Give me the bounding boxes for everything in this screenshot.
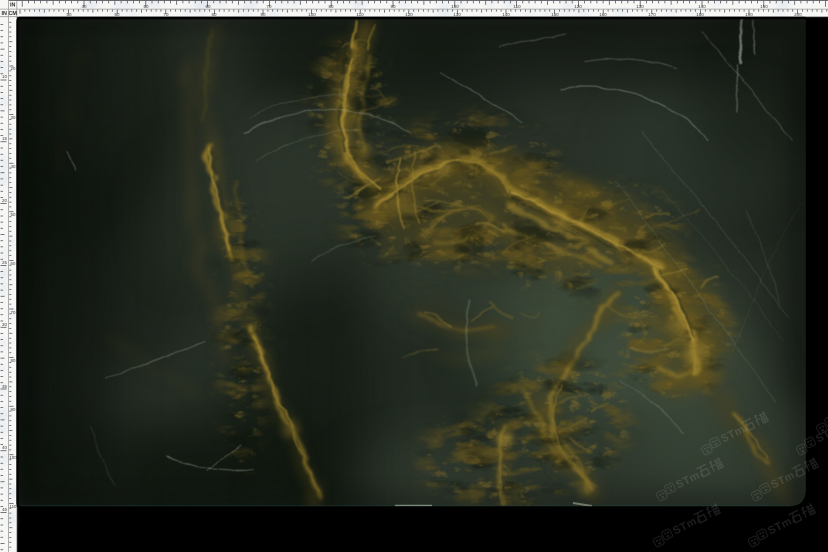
svg-text:130: 130 [636,4,644,9]
svg-text:20: 20 [11,66,16,71]
svg-text:90: 90 [390,4,396,9]
svg-text:60: 60 [205,4,211,9]
svg-text:IN: IN [1,11,6,17]
svg-text:45: 45 [2,507,7,512]
svg-text:70: 70 [11,310,16,315]
svg-text:CM: CM [9,11,18,17]
svg-text:30: 30 [2,322,7,327]
svg-text:40: 40 [11,164,16,169]
svg-text:10: 10 [2,74,7,79]
svg-text:80: 80 [11,358,16,363]
svg-text:80: 80 [328,4,334,9]
svg-text:120: 120 [574,4,582,9]
svg-text:110: 110 [10,504,18,509]
svg-text:100: 100 [451,4,459,9]
svg-text:110: 110 [513,4,521,9]
svg-text:35: 35 [2,384,7,389]
svg-text:150: 150 [760,4,768,9]
svg-text:140: 140 [698,4,706,9]
svg-text:30: 30 [11,115,16,120]
svg-text:40: 40 [2,445,7,450]
svg-text:25: 25 [2,260,7,265]
svg-text:90: 90 [11,407,16,412]
svg-text:40: 40 [81,4,87,9]
svg-text:60: 60 [11,261,16,266]
svg-text:50: 50 [11,212,16,217]
svg-text:50: 50 [143,4,149,9]
svg-text:15: 15 [2,136,7,141]
svg-text:100: 100 [9,455,17,460]
svg-text:70: 70 [266,4,272,9]
svg-text:20: 20 [2,198,7,203]
svg-text:IN: IN [10,3,15,9]
